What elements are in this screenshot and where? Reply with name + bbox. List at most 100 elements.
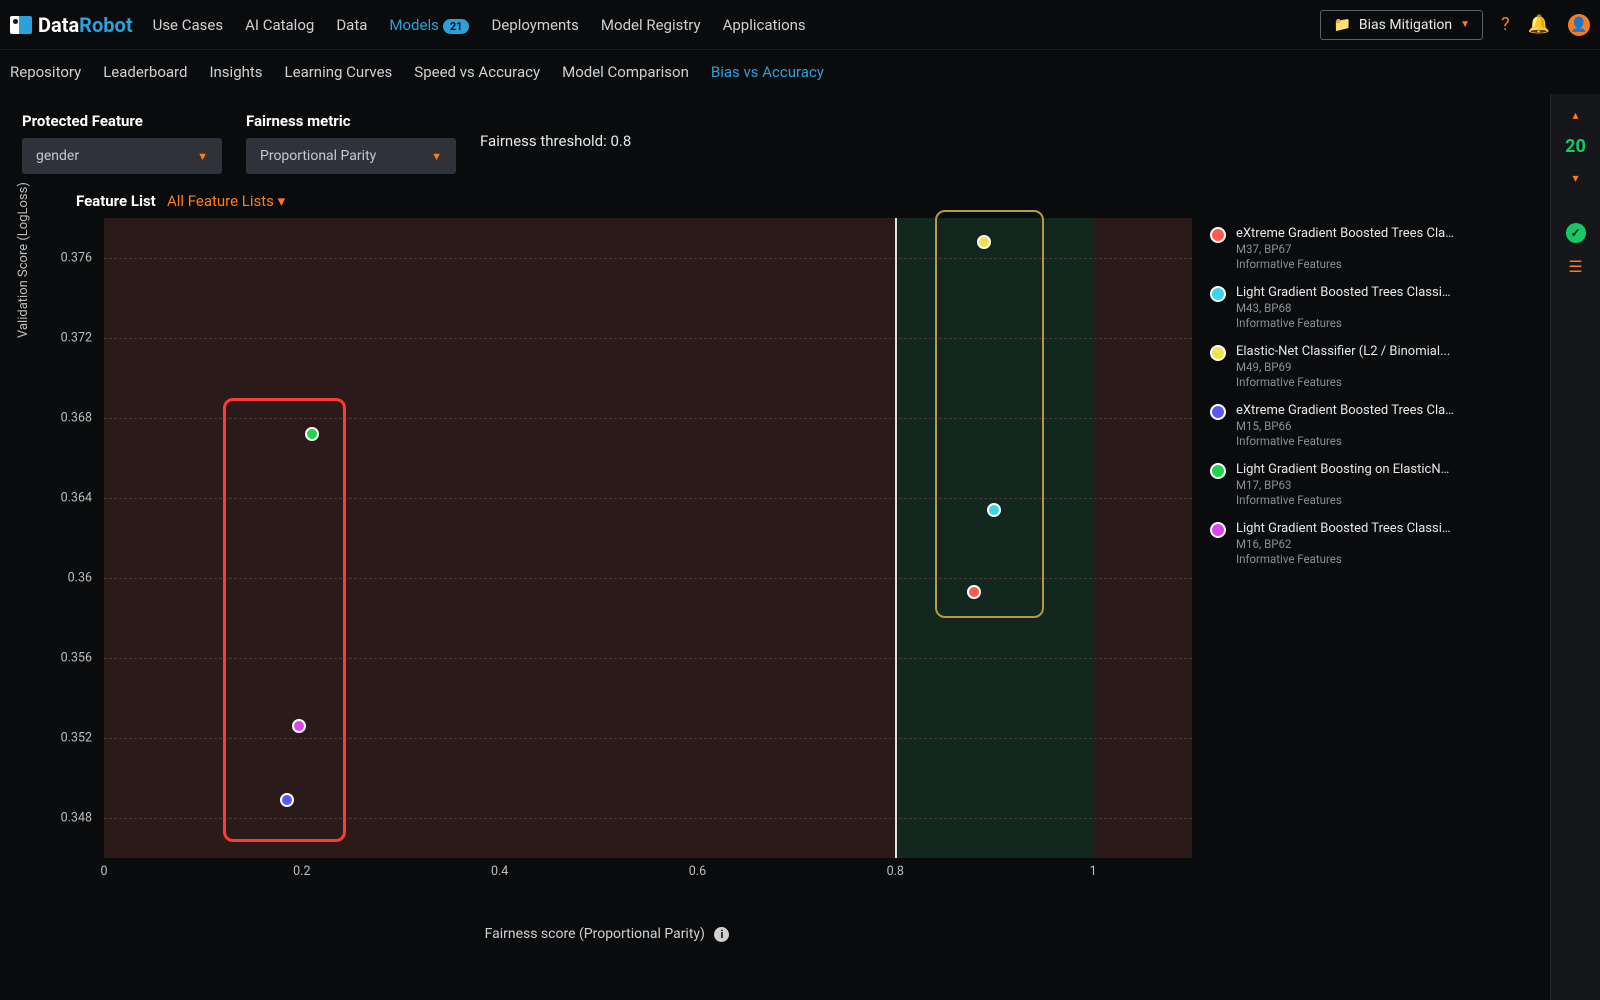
nav-item-deployments[interactable]: Deployments — [491, 16, 578, 34]
data-point[interactable] — [305, 427, 319, 441]
status-check-icon[interactable]: ✓ — [1566, 223, 1586, 243]
y-tick: 0.368 — [22, 411, 92, 426]
legend-item[interactable]: Light Gradient Boosted Trees Classifi...… — [1210, 285, 1540, 330]
chevron-up-icon[interactable]: ▴ — [1572, 108, 1578, 122]
legend-model-name: Light Gradient Boosting on ElasticNet... — [1236, 462, 1456, 478]
project-name: Bias Mitigation — [1359, 17, 1452, 33]
legend-swatch — [1210, 404, 1226, 420]
legend-swatch — [1210, 345, 1226, 361]
nav-item-model-registry[interactable]: Model Registry — [601, 16, 701, 34]
legend-feature-list: Informative Features — [1236, 434, 1456, 448]
subnav-item-bias-vs-accuracy[interactable]: Bias vs Accuracy — [711, 63, 824, 81]
fairness-metric-control: Fairness metric Proportional Parity ▼ — [246, 112, 456, 174]
nav-item-ai-catalog[interactable]: AI Catalog — [245, 16, 314, 34]
nav-item-models[interactable]: Models21 — [389, 16, 469, 34]
legend-item[interactable]: Elastic-Net Classifier (L2 / Binomial...… — [1210, 344, 1540, 389]
subnav-item-model-comparison[interactable]: Model Comparison — [562, 63, 689, 81]
plot-outer: Validation Score (LogLoss) 0.3480.3520.3… — [22, 218, 1192, 898]
feature-list-dropdown[interactable]: All Feature Lists ▾ — [167, 192, 285, 210]
worker-count: 20 — [1565, 136, 1586, 157]
chevron-down-icon: ▼ — [197, 150, 208, 163]
top-nav-items: Use Cases AI Catalog Data Models21 Deploymen… — [153, 16, 806, 34]
nav-item-data[interactable]: Data — [336, 16, 367, 34]
caret-down-icon: ▼ — [1460, 19, 1470, 30]
chevron-down-icon[interactable]: ▾ — [1572, 171, 1578, 185]
legend-swatch — [1210, 227, 1226, 243]
legend-swatch — [1210, 286, 1226, 302]
x-axis-label: Fairness score (Proportional Parity) i — [22, 926, 1192, 942]
unfair-cluster-box — [223, 398, 347, 842]
data-point[interactable] — [977, 235, 991, 249]
queue-list-icon[interactable]: ☰ — [1568, 257, 1582, 276]
models-count-badge: 21 — [443, 19, 470, 34]
fairness-metric-select[interactable]: Proportional Parity ▼ — [246, 138, 456, 174]
logo-text-2: Robot — [79, 13, 132, 37]
data-point[interactable] — [987, 503, 1001, 517]
feature-list-value: All Feature Lists — [167, 192, 274, 210]
protected-feature-label: Protected Feature — [22, 112, 222, 130]
protected-feature-control: Protected Feature gender ▼ — [22, 112, 222, 174]
chevron-down-icon: ▼ — [431, 150, 442, 163]
x-tick: 0.8 — [887, 864, 904, 916]
legend-item[interactable]: eXtreme Gradient Boosted Trees Classi...… — [1210, 226, 1540, 271]
legend-feature-list: Informative Features — [1236, 257, 1456, 271]
legend-swatch — [1210, 463, 1226, 479]
legend-model-name: Elastic-Net Classifier (L2 / Binomial... — [1236, 344, 1450, 360]
main: Protected Feature gender ▼ Fairness metr… — [0, 94, 1600, 1000]
legend-model-id: M43, BP68 — [1236, 301, 1456, 315]
legend-item[interactable]: eXtreme Gradient Boosted Trees Classi...… — [1210, 403, 1540, 448]
chevron-down-icon: ▾ — [278, 192, 286, 210]
content: Protected Feature gender ▼ Fairness metr… — [0, 94, 1550, 1000]
legend-item[interactable]: Light Gradient Boosted Trees Classifi...… — [1210, 521, 1540, 566]
legend-model-name: Light Gradient Boosted Trees Classifi... — [1236, 285, 1456, 301]
chart-area: Validation Score (LogLoss) 0.3480.3520.3… — [22, 218, 1192, 942]
data-point[interactable] — [292, 719, 306, 733]
user-avatar-icon[interactable]: 👤 — [1568, 14, 1590, 36]
legend-model-id: M37, BP67 — [1236, 242, 1456, 256]
fairness-metric-label: Fairness metric — [246, 112, 456, 130]
project-selector[interactable]: 📁 Bias Mitigation ▼ — [1320, 10, 1483, 40]
logo-icon — [10, 16, 32, 34]
subnav-item-insights[interactable]: Insights — [209, 63, 262, 81]
scatter-plot[interactable] — [104, 218, 1192, 858]
legend-model-id: M15, BP66 — [1236, 419, 1456, 433]
nav-item-applications[interactable]: Applications — [723, 16, 806, 34]
subnav-item-repository[interactable]: Repository — [10, 63, 81, 81]
chart-wrap: Validation Score (LogLoss) 0.3480.3520.3… — [22, 218, 1540, 942]
protected-feature-select[interactable]: gender ▼ — [22, 138, 222, 174]
controls-row: Protected Feature gender ▼ Fairness metr… — [22, 112, 1540, 174]
legend-model-id: M17, BP63 — [1236, 478, 1456, 492]
legend: eXtreme Gradient Boosted Trees Classi...… — [1210, 218, 1540, 942]
protected-feature-value: gender — [36, 148, 79, 164]
legend-feature-list: Informative Features — [1236, 375, 1450, 389]
subnav-item-learning-curves[interactable]: Learning Curves — [285, 63, 393, 81]
logo[interactable]: DataRobot — [10, 13, 133, 37]
help-icon[interactable]: ? — [1501, 14, 1510, 35]
y-tick: 0.36 — [22, 571, 92, 586]
bell-icon[interactable]: 🔔 — [1528, 14, 1550, 35]
legend-swatch — [1210, 522, 1226, 538]
y-tick: 0.372 — [22, 331, 92, 346]
sub-nav: Repository Leaderboard Insights Learning Cu… — [0, 50, 1600, 94]
x-tick: 0.4 — [491, 864, 508, 916]
x-tick: 0 — [100, 864, 107, 916]
feature-list-label: Feature List — [76, 192, 156, 210]
y-tick: 0.364 — [22, 491, 92, 506]
fair-cluster-box — [935, 210, 1044, 618]
x-tick: 0.2 — [293, 864, 310, 916]
subnav-item-speed-vs-accuracy[interactable]: Speed vs Accuracy — [414, 63, 540, 81]
y-tick: 0.348 — [22, 811, 92, 826]
data-point[interactable] — [280, 793, 294, 807]
legend-model-id: M49, BP69 — [1236, 360, 1450, 374]
legend-feature-list: Informative Features — [1236, 316, 1456, 330]
subnav-item-leaderboard[interactable]: Leaderboard — [103, 63, 187, 81]
info-icon[interactable]: i — [714, 927, 729, 942]
data-point[interactable] — [967, 585, 981, 599]
legend-feature-list: Informative Features — [1236, 493, 1456, 507]
x-tick: 0.6 — [689, 864, 706, 916]
top-nav-right: 📁 Bias Mitigation ▼ ? 🔔 👤 — [1320, 10, 1590, 40]
top-nav: DataRobot Use Cases AI Catalog Data Models2… — [0, 0, 1600, 50]
nav-item-use-cases[interactable]: Use Cases — [153, 16, 224, 34]
x-axis-label-text: Fairness score (Proportional Parity) — [485, 926, 705, 942]
legend-item[interactable]: Light Gradient Boosting on ElasticNet...… — [1210, 462, 1540, 507]
